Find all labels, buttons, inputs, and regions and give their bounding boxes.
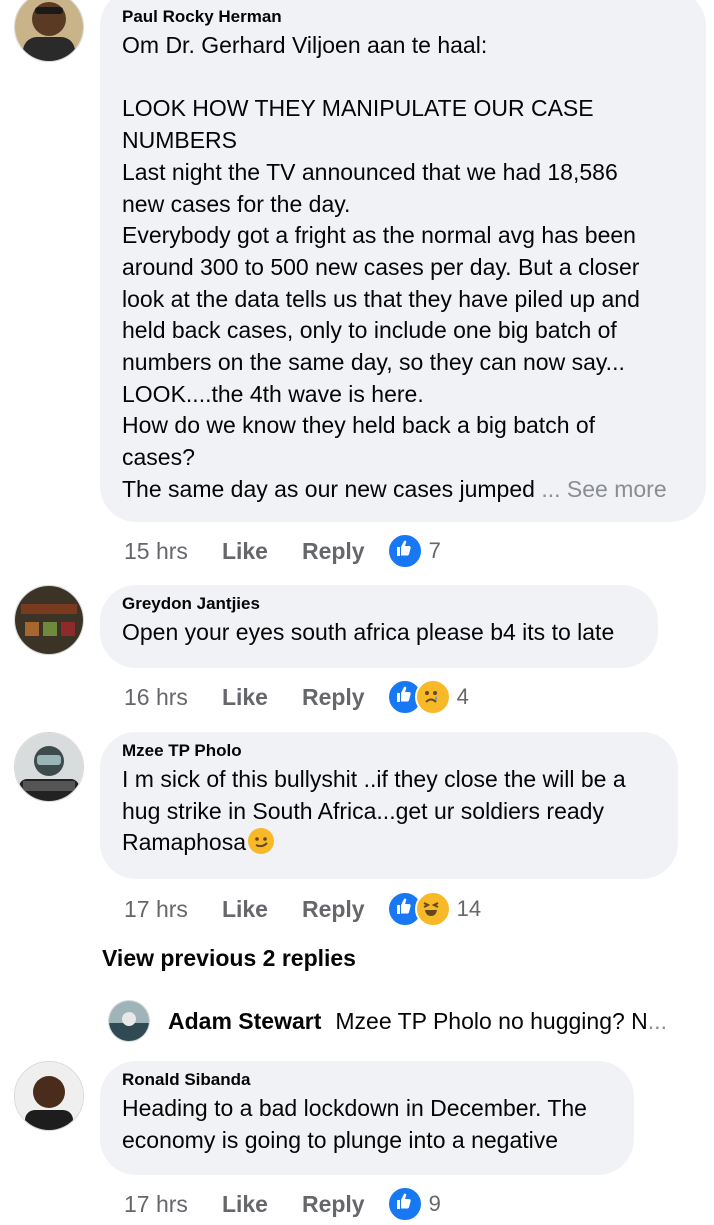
reaction-summary[interactable]: 7	[386, 533, 441, 569]
reaction-count: 9	[428, 1191, 441, 1216]
reply-button[interactable]: Reply	[302, 684, 365, 711]
comment-text: Open your eyes south africa please b4 it…	[122, 619, 615, 645]
comment-actions: 17 hrs Like Reply 14	[124, 891, 481, 927]
comment-actions: 17 hrs Like Reply 9	[124, 1186, 441, 1222]
comment-author[interactable]: Mzee TP Pholo	[122, 741, 656, 761]
avatar[interactable]	[14, 732, 84, 802]
like-button[interactable]: Like	[222, 538, 268, 565]
avatar[interactable]	[14, 1061, 84, 1131]
sad-icon	[414, 679, 451, 715]
like-button[interactable]: Like	[222, 684, 268, 711]
reply-ellipsis: ...	[647, 1007, 667, 1034]
smirk-emoji-icon	[248, 828, 275, 855]
avatar[interactable]	[14, 0, 84, 62]
reply-button[interactable]: Reply	[302, 538, 365, 565]
like-button[interactable]: Like	[222, 896, 268, 923]
reply-button[interactable]: Reply	[302, 1191, 365, 1218]
comment-bubble[interactable]: Ronald Sibanda Heading to a bad lockdown…	[100, 1061, 634, 1175]
comment-timestamp[interactable]: 15 hrs	[124, 538, 188, 565]
comment-actions: 15 hrs Like Reply 7	[124, 533, 441, 569]
reply-button[interactable]: Reply	[302, 896, 365, 923]
reply-text: Mzee TP Pholo no hugging? N...	[335, 1007, 667, 1034]
comment-author[interactable]: Paul Rocky Herman	[122, 7, 684, 27]
comment-text: Heading to a bad lockdown in December. T…	[122, 1095, 587, 1153]
comment-bubble[interactable]: Greydon Jantjies Open your eyes south af…	[100, 585, 658, 668]
avatar[interactable]	[14, 585, 84, 655]
comment-timestamp[interactable]: 17 hrs	[124, 896, 188, 923]
see-more-link[interactable]: ... See more	[541, 476, 666, 502]
comment-author[interactable]: Ronald Sibanda	[122, 1070, 612, 1090]
comment-timestamp[interactable]: 17 hrs	[124, 1191, 188, 1218]
avatar[interactable]	[108, 1000, 150, 1042]
haha-icon	[414, 891, 451, 927]
comment-bubble[interactable]: Paul Rocky Herman Om Dr. Gerhard Viljoen…	[100, 0, 706, 522]
like-button[interactable]: Like	[222, 1191, 268, 1218]
comment-bubble[interactable]: Mzee TP Pholo I m sick of this bullyshit…	[100, 732, 678, 879]
reaction-summary[interactable]: 9	[386, 1186, 441, 1222]
reply-author[interactable]: Adam Stewart	[168, 1008, 321, 1035]
comment-text: I m sick of this bullyshit ..if they clo…	[122, 766, 626, 856]
reply-preview[interactable]: Adam Stewart Mzee TP Pholo no hugging? N…	[108, 1000, 667, 1042]
comment-text: Om Dr. Gerhard Viljoen aan te haal: LOOK…	[122, 32, 667, 502]
comment-timestamp[interactable]: 16 hrs	[124, 684, 188, 711]
reaction-count: 14	[456, 896, 482, 921]
reaction-summary[interactable]: 14	[386, 891, 482, 927]
view-previous-replies-link[interactable]: View previous 2 replies	[102, 945, 356, 972]
reaction-count: 7	[428, 538, 441, 563]
like-icon	[386, 1186, 423, 1222]
reaction-count: 4	[456, 684, 469, 709]
like-icon	[386, 533, 423, 569]
comment-actions: 16 hrs Like Reply 4	[124, 679, 469, 715]
comment-author[interactable]: Greydon Jantjies	[122, 594, 636, 614]
reaction-summary[interactable]: 4	[386, 679, 469, 715]
